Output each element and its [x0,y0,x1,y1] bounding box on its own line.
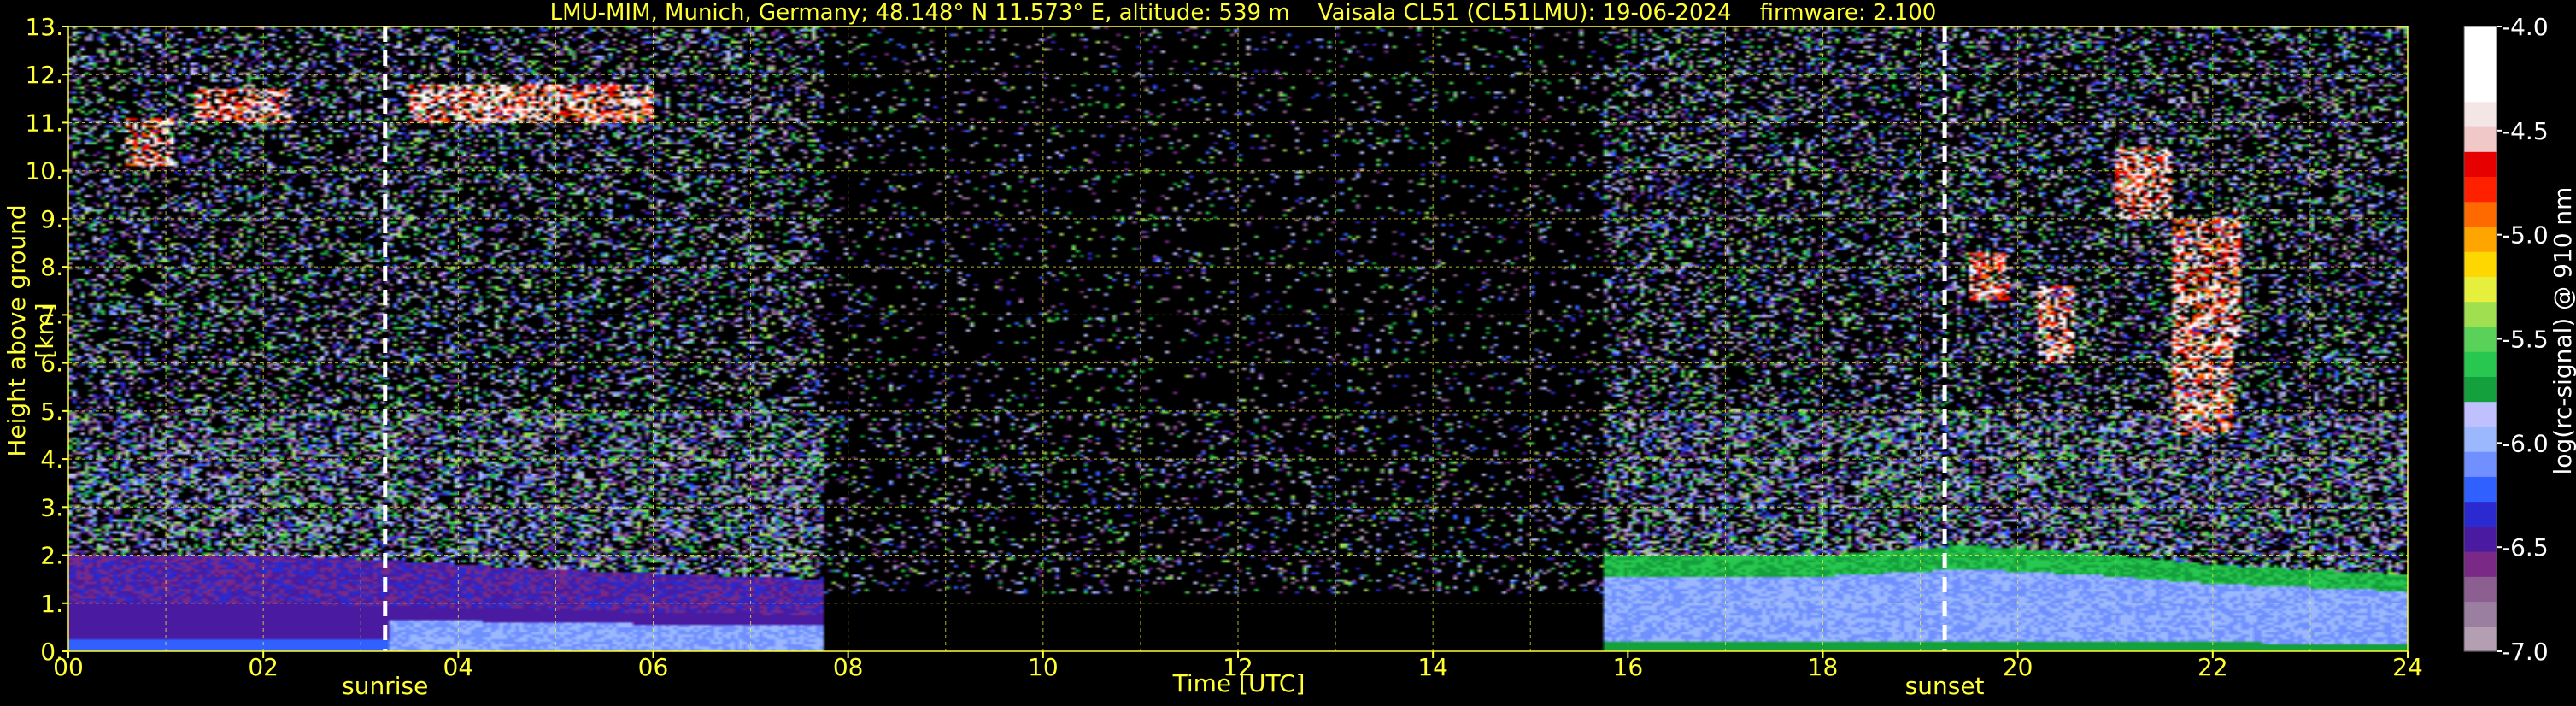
colorbar-swatch [2464,526,2497,552]
x-tick-label: 18 [1808,653,1839,681]
colorbar-swatch [2464,51,2497,78]
colorbar-swatch [2464,326,2497,352]
colorbar-swatch [2464,176,2497,203]
colorbar-swatch [2464,226,2497,252]
colorbar-swatch [2464,551,2497,577]
backscatter-heatmap [68,26,2408,651]
x-tick-label: 10 [1028,653,1059,681]
colorbar-swatch [2464,401,2497,427]
colorbar-label: log(rc-signal) @ 910 nm [2549,186,2576,475]
colorbar: -4.0 -4.5 -5.0 -5.5 -6.0 -6.5 -7.0 [2463,13,2549,666]
y-tick-label: 13. [25,13,63,41]
y-tick-label: 3. [40,493,63,521]
y-tick-label: 5. [40,397,63,426]
sunrise-label: sunrise [342,672,428,700]
colorbar-swatch [2464,76,2497,103]
heatmap-image [68,26,2408,651]
colorbar-tick-label: -5.0 [2502,221,2549,250]
colorbar-swatch [2464,426,2497,452]
colorbar-tick-label: -6.0 [2502,429,2549,457]
colorbar-swatch [2464,251,2497,277]
y-tick-label: 11. [25,109,63,137]
x-tick-label: 16 [1613,653,1644,681]
colorbar-swatch [2464,26,2497,52]
colorbar-swatch [2464,301,2497,327]
y-tick-label: 2. [40,542,63,570]
x-tick-label: 02 [248,653,279,681]
colorbar-tick-label: -4.5 [2502,117,2549,145]
y-tick-label: 12. [25,61,63,89]
x-axis-label: Time [UTC] [1172,669,1306,697]
x-tick-label: 24 [2392,653,2423,681]
y-tick-label: 8. [40,253,63,281]
y-tick-label: 10. [25,157,63,185]
colorbar-swatch [2464,576,2497,603]
colorbar-swatch [2464,626,2497,652]
colorbar-swatch [2464,501,2497,527]
y-tick-label: 4. [40,445,63,474]
y-tick-label: 0. [40,638,63,666]
colorbar-swatch [2464,101,2497,127]
colorbar-swatch [2464,351,2497,377]
x-tick-label: 22 [2198,653,2228,681]
y-axis-label: Height above ground [km] [3,204,59,457]
x-tick-label: 08 [833,653,864,681]
colorbar-swatch [2464,126,2497,152]
x-tick-label: 04 [443,653,474,681]
plot-svg: sunrise sunset 00 02 04 06 08 10 12 14 16 18 20 22 24… [25,13,2549,700]
colorbar-swatch [2464,151,2497,178]
colorbar-swatch [2464,201,2497,227]
colorbar-tick-label: -6.5 [2502,533,2549,562]
colorbar-swatch [2464,451,2497,477]
colorbar-tick-label: -5.5 [2502,326,2549,354]
x-tick-label: 20 [2003,653,2033,681]
colorbar-swatch [2464,276,2497,303]
sunset-label: sunset [1905,672,1985,700]
x-tick-label: 14 [1417,653,1448,681]
colorbar-swatch [2464,476,2497,503]
y-tick-label: 9. [40,205,63,233]
ceilometer-figure: LMU-MIM, Munich, Germany; 48.148° N 11.5… [0,0,2576,706]
colorbar-swatch [2464,601,2497,627]
colorbar-swatch [2464,376,2497,403]
colorbar-tick-label: -4.0 [2502,13,2549,41]
x-tick-label: 06 [638,653,669,681]
colorbar-tick-label: -7.0 [2502,638,2549,666]
y-tick-label: 1. [40,590,63,618]
